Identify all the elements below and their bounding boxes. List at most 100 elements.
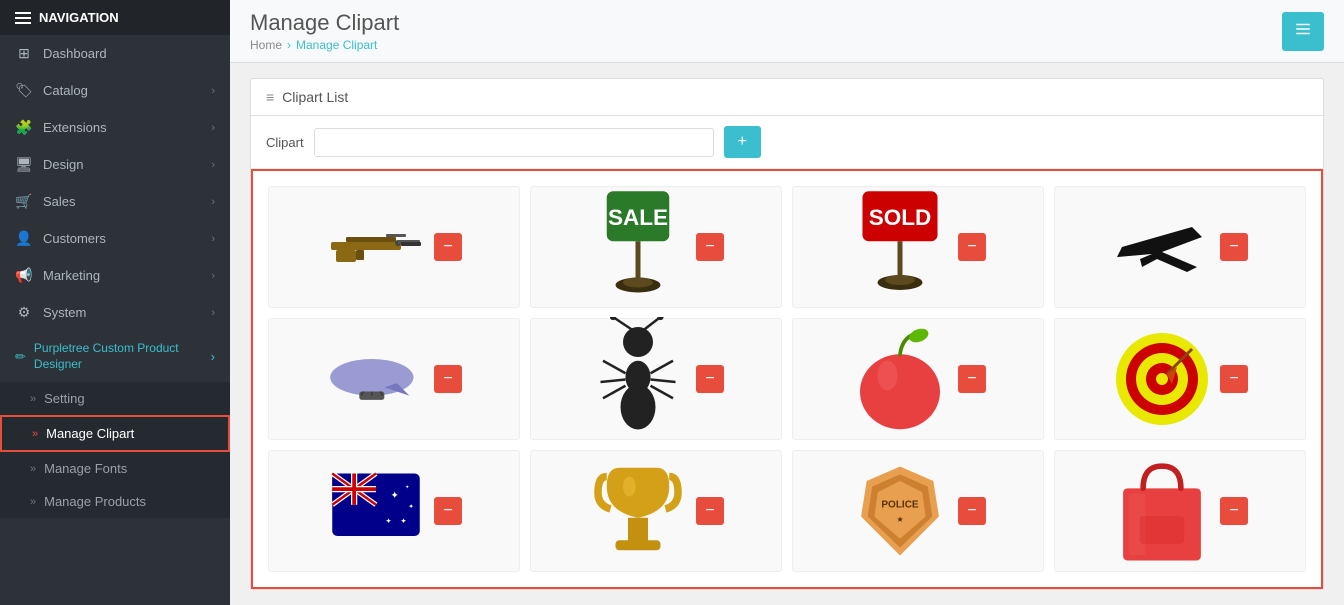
sidebar-item-dashboard[interactable]: ⊞ Dashboard (0, 35, 230, 72)
clipart-image-police: POLICE ★ (850, 461, 950, 561)
remove-button-ant[interactable]: − (696, 365, 724, 393)
plugin-subitems: » Setting » Manage Clipart » Manage Font… (0, 382, 230, 518)
remove-button-trophy[interactable]: − (696, 497, 724, 525)
svg-text:SALE: SALE (608, 205, 668, 230)
search-input[interactable] (314, 128, 714, 157)
bag-svg (1112, 455, 1212, 566)
clipart-item-sale: SALE − (530, 186, 782, 308)
sidebar-item-label: Sales (43, 194, 76, 209)
remove-button-target[interactable]: − (1220, 365, 1248, 393)
page-title: Manage Clipart (250, 10, 399, 36)
bullet-icon: » (30, 393, 36, 405)
remove-button-apple[interactable]: − (958, 365, 986, 393)
svg-text:✦: ✦ (385, 517, 392, 526)
sidebar-item-sales[interactable]: 🛒 Sales › (0, 183, 230, 220)
bullet-icon: » (30, 496, 36, 508)
sidebar-item-setting[interactable]: » Setting (0, 382, 230, 415)
clipart-image-apple (850, 329, 950, 429)
clipart-image-ant (588, 329, 688, 429)
add-clipart-button[interactable]: + (724, 126, 761, 158)
chevron-right-icon: › (211, 196, 215, 208)
clipart-item-target: − (1054, 318, 1306, 440)
clipart-item-bag: − (1054, 450, 1306, 572)
remove-button-sold[interactable]: − (958, 233, 986, 261)
blimp-svg (326, 354, 426, 404)
remove-button-bag[interactable]: − (1220, 497, 1248, 525)
chevron-right-icon: › (211, 85, 215, 97)
marketing-icon: 📢 (15, 267, 33, 284)
plugin-section-header[interactable]: ✏ Purpletree Custom Product Designer › (0, 331, 230, 382)
remove-button-gun[interactable]: − (434, 233, 462, 261)
breadcrumb-home[interactable]: Home (250, 38, 282, 52)
top-action-button[interactable] (1282, 12, 1324, 51)
sidebar-item-marketing[interactable]: 📢 Marketing › (0, 257, 230, 294)
sidebar-header: NAVIGATION (0, 0, 230, 35)
sub-item-label: Manage Fonts (44, 461, 127, 476)
catalog-icon: 🏷 (15, 82, 33, 99)
clipart-image-sold: SOLD (850, 197, 950, 297)
remove-button-blimp[interactable]: − (434, 365, 462, 393)
list-icon (1294, 20, 1312, 38)
sidebar-item-manage-fonts[interactable]: » Manage Fonts (0, 452, 230, 485)
panel-title: Clipart List (282, 89, 348, 105)
clipart-item-flag: ✦ ✦ ✦ ✦ ✦ − (268, 450, 520, 572)
remove-button-police[interactable]: − (958, 497, 986, 525)
svg-text:POLICE: POLICE (881, 500, 919, 511)
sidebar-item-catalog[interactable]: 🏷 Catalog › (0, 72, 230, 109)
svg-text:✦: ✦ (400, 517, 407, 526)
clipart-image-trophy (588, 461, 688, 561)
sales-icon: 🛒 (15, 193, 33, 210)
trophy-svg (588, 449, 688, 574)
gun-svg (326, 222, 426, 272)
apple-svg (850, 323, 950, 436)
system-icon: ⚙ (15, 304, 33, 321)
dashboard-icon: ⊞ (15, 45, 33, 62)
sidebar-item-label: Extensions (43, 120, 107, 135)
breadcrumb: Home › Manage Clipart (250, 38, 399, 52)
page-title-area: Manage Clipart Home › Manage Clipart (250, 10, 399, 52)
sidebar-item-label: Catalog (43, 83, 88, 98)
plane-svg (1112, 207, 1212, 287)
sidebar-item-label: Dashboard (43, 46, 107, 61)
clipart-item-gun: − (268, 186, 520, 308)
clipart-image-plane (1112, 197, 1212, 297)
bullet-icon: » (32, 428, 38, 440)
sidebar-item-system[interactable]: ⚙ System › (0, 294, 230, 331)
ant-svg (588, 317, 688, 442)
breadcrumb-current: Manage Clipart (296, 38, 377, 52)
sidebar-item-label: Design (43, 157, 83, 172)
chevron-right-icon: › (211, 159, 215, 171)
sidebar-item-customers[interactable]: 👤 Customers › (0, 220, 230, 257)
remove-button-plane[interactable]: − (1220, 233, 1248, 261)
clipart-item-sold: SOLD − (792, 186, 1044, 308)
sidebar-item-manage-clipart[interactable]: » Manage Clipart (0, 415, 230, 452)
clipart-item-apple: − (792, 318, 1044, 440)
clipart-image-gun (326, 197, 426, 297)
svg-text:✦: ✦ (405, 485, 409, 491)
sub-item-label: Manage Products (44, 494, 146, 509)
chevron-right-icon: › (211, 270, 215, 282)
plugin-label: Purpletree Custom Product Designer (34, 341, 211, 372)
extensions-icon: 🧩 (15, 119, 33, 136)
content-area: ≡ Clipart List Clipart + (230, 63, 1344, 605)
clipart-image-bag (1112, 461, 1212, 561)
chevron-right-icon: › (211, 307, 215, 319)
clipart-item-police: POLICE ★ − (792, 450, 1044, 572)
chevron-right-icon: › (211, 122, 215, 134)
sidebar-item-extensions[interactable]: 🧩 Extensions › (0, 109, 230, 146)
clipart-image-blimp (326, 329, 426, 429)
clipart-image-target (1112, 329, 1212, 429)
svg-text:★: ★ (897, 515, 904, 524)
breadcrumb-separator: › (287, 38, 291, 52)
sidebar-item-manage-products[interactable]: » Manage Products (0, 485, 230, 518)
sidebar-item-label: System (43, 305, 86, 320)
chevron-right-icon: › (211, 349, 215, 364)
list-icon: ≡ (266, 89, 274, 105)
remove-button-sale[interactable]: − (696, 233, 724, 261)
clipart-panel: ≡ Clipart List Clipart + (250, 78, 1324, 590)
svg-text:SOLD: SOLD (869, 205, 932, 230)
remove-button-flag[interactable]: − (434, 497, 462, 525)
target-svg (1112, 329, 1212, 429)
sidebar-item-design[interactable]: 🖥 Design › (0, 146, 230, 183)
sidebar-item-label: Customers (43, 231, 106, 246)
